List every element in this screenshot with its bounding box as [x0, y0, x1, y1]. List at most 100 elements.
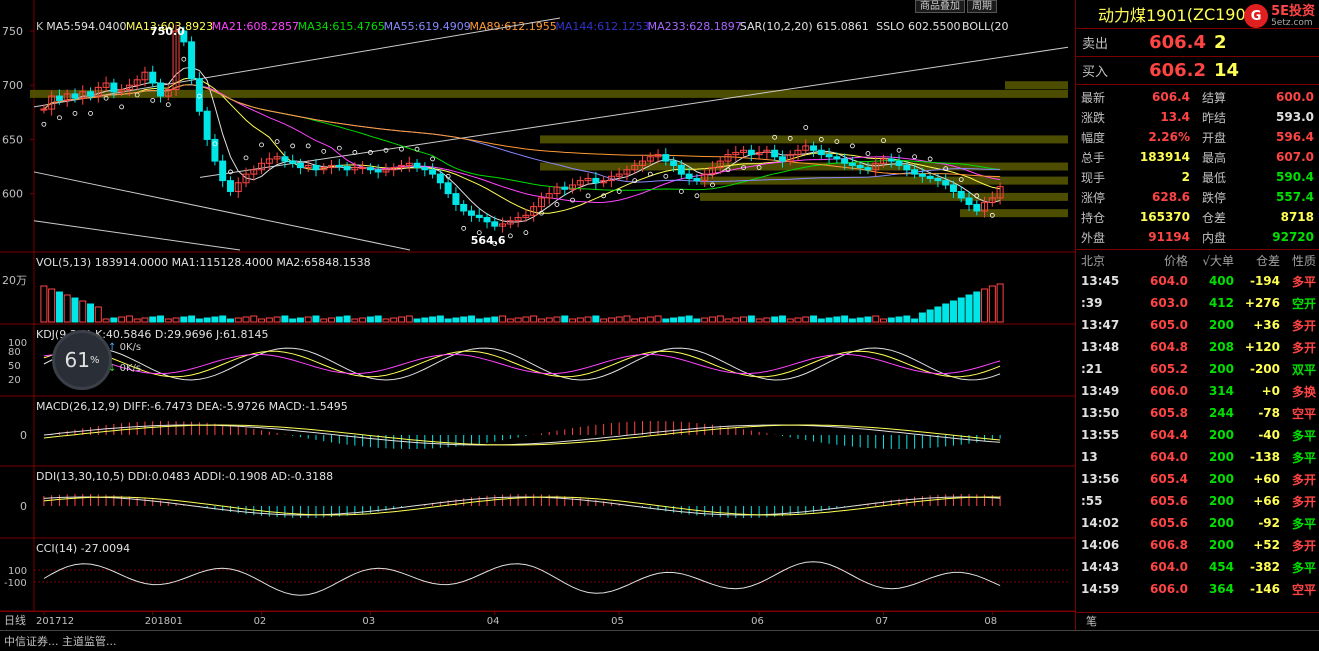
trade-row[interactable]: 14:06 606.8 200 +52 多开 — [1076, 534, 1319, 556]
trade-row[interactable]: 13:50 605.8 244 -78 空平 — [1076, 402, 1319, 424]
ma-legend-label: MA144:612.1253 — [555, 20, 649, 33]
chart-area[interactable]: K MA5:594.0400 MA13:603.8923 MA21:608.2857 M… — [0, 0, 1075, 630]
indicator-header: MACD(26,12,9) DIFF:-6.7473 DEA:-5.9726 M… — [36, 400, 348, 413]
trade-row[interactable]: 13:49 606.0 314 +0 多换 — [1076, 380, 1319, 402]
volume-bar — [203, 317, 211, 323]
trade-row[interactable]: 13 604.0 200 -138 多平 — [1076, 446, 1319, 468]
volume-bar — [740, 316, 748, 323]
stat-label: 外盘 — [1081, 230, 1106, 245]
volume-bar — [522, 316, 530, 323]
volume-bar — [195, 318, 203, 323]
volume-bar — [452, 317, 460, 323]
volume-bar — [40, 285, 48, 323]
trade-row[interactable]: 13:45 604.0 400 -194 多平 — [1076, 270, 1319, 292]
sar-dot — [228, 169, 233, 175]
trade-row[interactable]: 14:59 606.0 364 -146 空平 — [1076, 578, 1319, 600]
network-gauge[interactable]: 61% — [52, 330, 112, 390]
volume-bar — [685, 315, 693, 323]
ask-row[interactable]: 卖出 606.4 2 — [1076, 28, 1319, 56]
volume-bar — [343, 315, 351, 323]
volume-bar — [623, 315, 631, 323]
instrument-name: 动力煤1901 — [1098, 6, 1187, 25]
stat-label: 昨结 — [1202, 110, 1227, 125]
trades-footer-tab[interactable]: 笔 — [1076, 612, 1319, 630]
stat-label: 开盘 — [1202, 130, 1227, 145]
trade-nature: 多开 — [1291, 340, 1316, 355]
volume-bar — [188, 315, 196, 323]
trade-oi: +52 — [1253, 538, 1280, 552]
volume-bar — [491, 316, 499, 323]
price-tick-label: 700 — [2, 79, 23, 92]
volume-bar — [639, 317, 646, 323]
stat-value: 165370 — [1139, 210, 1190, 224]
trade-time: 13 — [1081, 450, 1098, 464]
volume-bar — [988, 285, 996, 323]
sar-dot — [150, 97, 156, 103]
trade-row[interactable]: 14:02 605.6 200 -92 多平 — [1076, 512, 1319, 534]
sar-dot — [321, 148, 327, 154]
candle-body — [413, 162, 421, 169]
trade-volume: 208 — [1208, 340, 1234, 354]
volume-bar — [258, 318, 266, 323]
volume-bar — [149, 316, 157, 323]
candle-body — [887, 158, 895, 162]
ma-legend-label: K — [36, 20, 44, 33]
candle-body — [452, 193, 460, 205]
candle-body — [685, 173, 693, 179]
volume-bar — [421, 317, 429, 323]
col-volume[interactable]: √大单 — [1188, 252, 1234, 269]
trade-row[interactable]: 13:47 605.0 200 +36 多开 — [1076, 314, 1319, 336]
volume-bar — [576, 317, 584, 323]
trade-row[interactable]: :21 605.2 200 -200 双平 — [1076, 358, 1319, 380]
trade-row[interactable]: :39 603.0 412 +276 空开 — [1076, 292, 1319, 314]
trade-row[interactable]: 13:56 605.4 200 +60 多开 — [1076, 468, 1319, 490]
trade-oi: +0 — [1261, 384, 1280, 398]
trade-nature: 多开 — [1291, 472, 1316, 487]
trade-nature: 空平 — [1291, 406, 1316, 421]
sar-dot — [181, 56, 187, 62]
volume-bar — [118, 316, 126, 323]
volume-bar — [701, 317, 709, 323]
candle-body — [747, 149, 755, 156]
volume-bar — [895, 316, 903, 323]
trade-row[interactable]: 14:43 604.0 454 -382 多平 — [1076, 556, 1319, 578]
trades-table[interactable]: 北京 价格 √大单 仓差 性质 13:45 604.0 400 -194 多平:39 60… — [1076, 249, 1319, 600]
stat-row: 持仓 165370 仓差 8718 — [1076, 207, 1319, 227]
trade-row[interactable]: :55 605.6 200 +66 多开 — [1076, 490, 1319, 512]
volume-bar — [164, 318, 172, 323]
candle-body — [856, 164, 864, 169]
candle-body — [374, 169, 382, 173]
gauge-speed-panel: ↑ 0K/s ↓ 0K/s — [108, 338, 168, 382]
trade-oi: +66 — [1253, 494, 1280, 508]
candle-body — [592, 177, 600, 184]
volume-bar — [444, 318, 452, 323]
volume-bar — [102, 318, 110, 323]
candle-body — [491, 221, 499, 227]
candle-body — [366, 167, 374, 171]
trade-row[interactable]: 13:55 604.4 200 -40 多平 — [1076, 424, 1319, 446]
logo-text: 5E投资 — [1271, 3, 1315, 19]
kline-chart[interactable]: K MA5:594.0400 MA13:603.8923MA21:608.2857M… — [0, 0, 1075, 630]
volume-bar — [794, 317, 802, 323]
candle-body — [965, 197, 973, 205]
volume-bar — [646, 316, 654, 323]
candle-body — [778, 156, 786, 162]
overlay-tab[interactable]: 商品叠加 — [915, 0, 965, 13]
trade-row[interactable]: 13:48 604.8 208 +120 多开 — [1076, 336, 1319, 358]
volume-bar — [475, 318, 483, 323]
oscillator-line — [43, 424, 1001, 446]
trade-volume: 200 — [1208, 428, 1234, 442]
period-tab[interactable]: 周期 — [967, 0, 997, 13]
trade-oi: +120 — [1244, 340, 1280, 354]
bid-row[interactable]: 买入 606.2 14 — [1076, 56, 1319, 84]
trade-time: 13:45 — [1081, 274, 1120, 288]
stat-value: 593.0 — [1276, 110, 1314, 124]
trade-volume: 400 — [1208, 274, 1234, 288]
trade-time: 13:48 — [1081, 340, 1120, 354]
support-band — [700, 192, 1068, 201]
volume-bar — [234, 317, 242, 323]
sar-dot — [927, 156, 933, 162]
candle-body — [219, 160, 227, 182]
candle-body — [810, 145, 818, 151]
candle-body — [149, 71, 157, 84]
